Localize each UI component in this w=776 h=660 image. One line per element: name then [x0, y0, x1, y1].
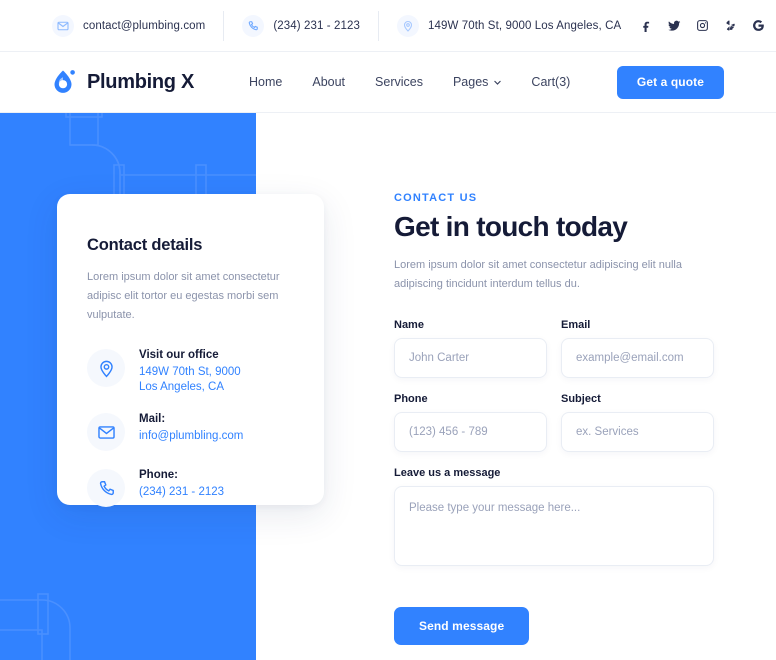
contact-card-description: Lorem ipsum dolor sit amet consectetur a… [87, 271, 280, 321]
nav-label: Home [249, 75, 283, 89]
name-label: Name [394, 319, 424, 331]
contact-form-section: CONTACT US Get in touch today Lorem ipsu… [394, 192, 714, 645]
topbar-item-email[interactable]: contact@plumbing.com [52, 10, 225, 41]
email-field[interactable] [561, 338, 714, 378]
phone-icon [87, 469, 125, 507]
contact-page: contact@plumbing.com (234) 231 - 2123 14… [0, 0, 776, 660]
field-group-message: Leave us a message [394, 467, 714, 571]
contact-info-list: Visit our office 149W 70th St, 9000 Los … [87, 347, 324, 507]
contact-card-title: Contact details [87, 236, 203, 254]
form-row-2: Phone Subject [394, 393, 714, 467]
logo-text: Plumbing X [87, 70, 195, 93]
field-group-phone: Phone [394, 393, 547, 452]
nav-item-cart[interactable]: Cart(3) [531, 75, 570, 89]
contact-info-body: Mail: info@plumbling.com [139, 411, 243, 444]
form-row-1: Name Email [394, 319, 714, 393]
chevron-down-icon [493, 78, 502, 86]
message-label: Leave us a message [394, 467, 501, 479]
phone-icon [242, 14, 265, 37]
field-group-name: Name [394, 319, 547, 378]
water-drop-icon [52, 68, 78, 96]
phone-label: Phone: [139, 469, 178, 481]
logo[interactable]: Plumbing X [52, 68, 194, 96]
yelp-icon[interactable] [723, 19, 737, 33]
mail-value[interactable]: info@plumbling.com [139, 429, 243, 444]
nav-item-pages[interactable]: Pages [452, 75, 502, 89]
map-pin-icon [396, 14, 419, 37]
send-message-button[interactable]: Send message [394, 607, 530, 645]
topbar-phone-text: (234) 231 - 2123 [273, 19, 360, 32]
envelope-icon [52, 14, 74, 37]
contact-info-body: Phone: (234) 231 - 2123 [139, 467, 224, 500]
email-label: Email [561, 319, 591, 331]
phone-input[interactable] [394, 412, 547, 452]
google-icon[interactable] [751, 19, 765, 33]
subject-label: Subject [561, 393, 601, 405]
topbar: contact@plumbing.com (234) 231 - 2123 14… [0, 0, 776, 52]
nav-item-home[interactable]: Home [249, 75, 282, 89]
name-input[interactable] [394, 338, 547, 378]
message-textarea[interactable] [394, 486, 714, 566]
twitter-icon[interactable] [667, 19, 681, 33]
contact-info-mail: Mail: info@plumbling.com [87, 411, 324, 451]
topbar-address-text: 149W 70th St, 9000 Los Angeles, CA [427, 19, 622, 32]
contact-details-card: Contact details Lorem ipsum dolor sit am… [57, 194, 324, 507]
topbar-item-address[interactable]: 149W 70th St, 9000 Los Angeles, CA [379, 11, 639, 41]
nav-label: Cart(3) [531, 75, 571, 89]
field-group-subject: Subject [561, 393, 714, 452]
field-group-email: Email [561, 319, 714, 378]
main-nav: Home About Services Pages Cart(3) [249, 75, 570, 89]
contact-info-body: Visit our office 149W 70th St, 9000 Los … [139, 347, 241, 395]
contact-info-phone: Phone: (234) 231 - 2123 [87, 467, 324, 507]
contact-form: Name Email Phone Subject [394, 319, 714, 645]
office-label: Visit our office [139, 349, 219, 361]
nav-label: Pages [452, 75, 489, 89]
contact-info-office: Visit our office 149W 70th St, 9000 Los … [87, 347, 324, 395]
section-eyebrow: CONTACT US [394, 192, 478, 204]
envelope-icon [87, 413, 125, 451]
phone-value[interactable]: (234) 231 - 2123 [139, 485, 224, 500]
page-title: Get in touch today [394, 211, 628, 242]
nav-label: About [312, 75, 346, 89]
office-address-value[interactable]: 149W 70th St, 9000 Los Angeles, CA [139, 365, 241, 395]
topbar-email-text: contact@plumbing.com [83, 19, 206, 32]
nav-item-about[interactable]: About [312, 75, 345, 89]
phone-field-label: Phone [394, 393, 428, 405]
topbar-item-phone[interactable]: (234) 231 - 2123 [224, 10, 379, 41]
subject-input[interactable] [561, 412, 714, 452]
social-links [639, 19, 765, 33]
nav-label: Services [375, 75, 423, 89]
instagram-icon[interactable] [695, 19, 709, 33]
mail-label: Mail: [139, 413, 166, 425]
get-a-quote-button[interactable]: Get a quote [616, 65, 724, 99]
facebook-icon[interactable] [639, 19, 653, 33]
section-lead-text: Lorem ipsum dolor sit amet consectetur a… [394, 259, 682, 290]
topbar-contact-items: contact@plumbing.com (234) 231 - 2123 14… [52, 10, 639, 41]
map-pin-icon [87, 349, 125, 387]
site-header: Plumbing X Home About Services Pages Car… [0, 52, 776, 113]
nav-item-services[interactable]: Services [375, 75, 423, 89]
